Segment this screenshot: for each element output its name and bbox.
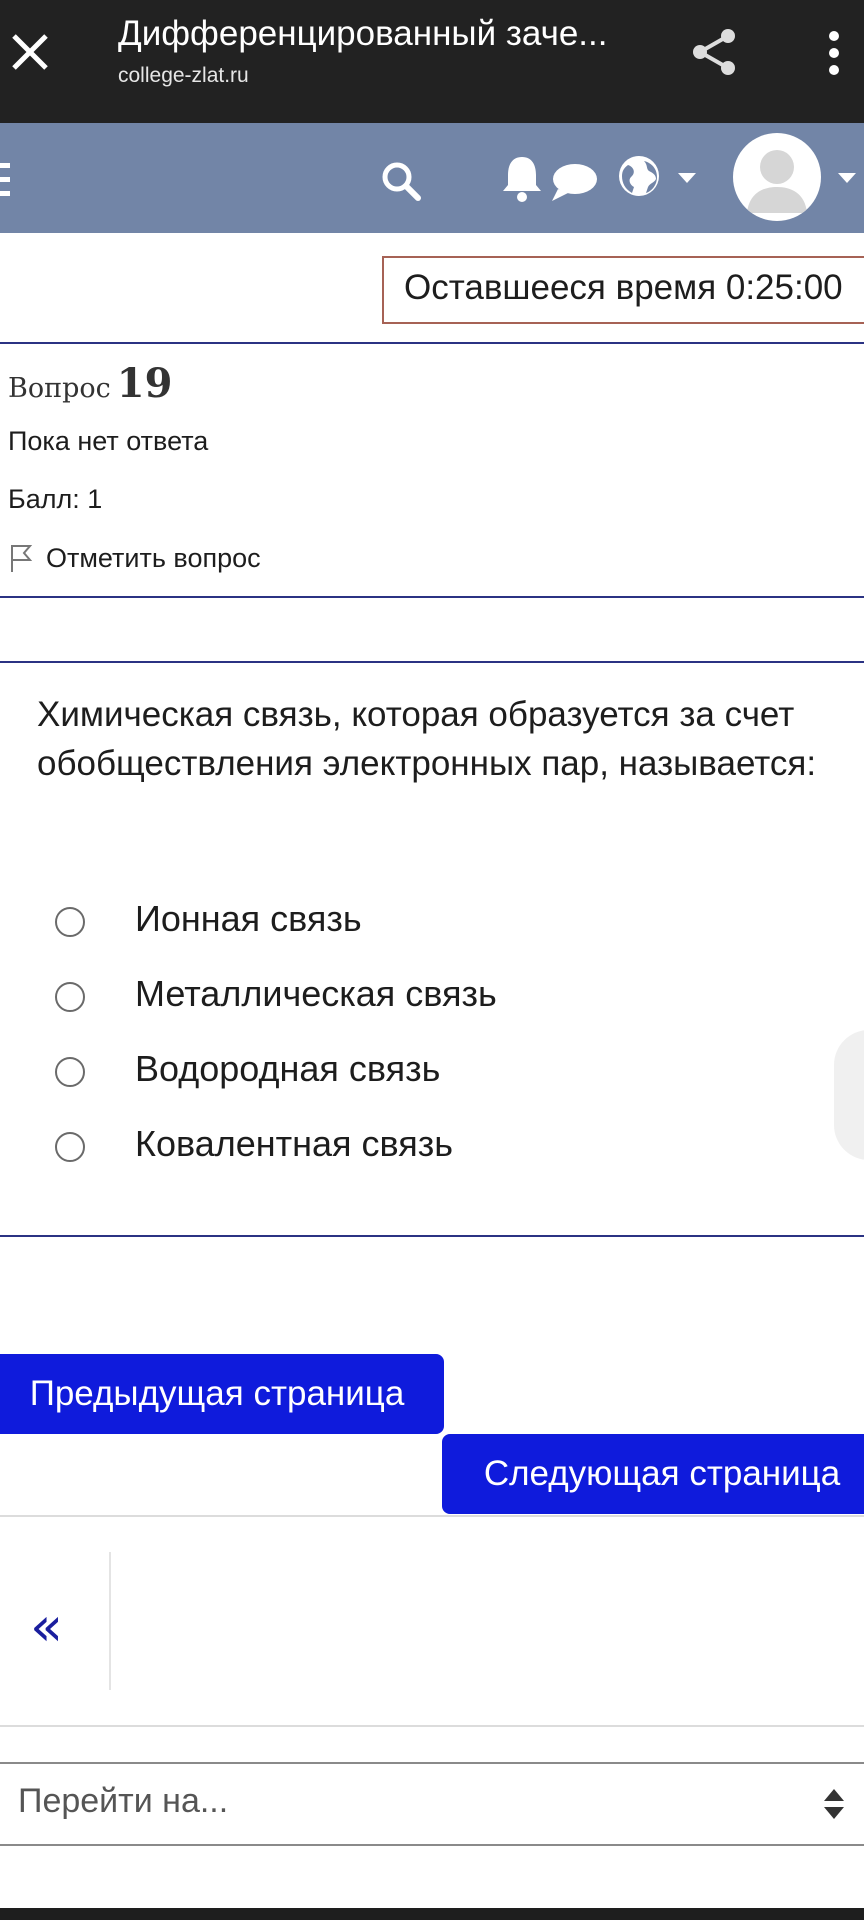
answer-label: Водородная связь xyxy=(135,1048,441,1089)
answer-radio[interactable] xyxy=(55,907,85,937)
chat-icon[interactable] xyxy=(548,161,600,203)
avatar[interactable] xyxy=(733,133,821,221)
answer-label: Ковалентная связь xyxy=(135,1123,454,1164)
answer-option[interactable]: Водородная связь xyxy=(55,1048,440,1090)
next-page-button[interactable]: Следующая страница xyxy=(442,1434,864,1514)
flag-question-link[interactable]: Отметить вопрос xyxy=(8,542,261,574)
divider xyxy=(0,596,864,598)
answer-label: Металлическая связь xyxy=(135,973,497,1014)
question-grade: Балл: 1 xyxy=(8,484,103,514)
globe-icon[interactable] xyxy=(616,153,662,199)
question-state: Пока нет ответа xyxy=(8,426,209,456)
divider xyxy=(0,661,864,663)
select-arrows-icon xyxy=(824,1789,844,1819)
answer-radio[interactable] xyxy=(55,1057,85,1087)
more-options-icon[interactable] xyxy=(822,30,846,76)
share-icon[interactable] xyxy=(688,26,740,78)
answer-radio[interactable] xyxy=(55,1132,85,1162)
site-navbar xyxy=(0,123,864,233)
answer-label: Ионная связь xyxy=(135,898,362,939)
flag-icon xyxy=(11,545,33,572)
question-number: Вопрос 19 xyxy=(8,360,172,407)
divider xyxy=(0,342,864,344)
answer-option[interactable]: Металлическая связь xyxy=(55,973,497,1015)
close-icon[interactable] xyxy=(8,26,52,78)
question-number-value: 19 xyxy=(116,360,173,407)
answer-radio[interactable] xyxy=(55,982,85,1012)
divider xyxy=(0,1235,864,1237)
previous-page-button[interactable]: Предыдущая страница xyxy=(0,1354,444,1434)
time-remaining: Оставшееся время 0:25:00 xyxy=(382,256,864,324)
app-bar: Дифференцированный заче... college-zlat.… xyxy=(0,0,864,123)
user-menu-caret-icon[interactable] xyxy=(836,171,858,185)
page-url: college-zlat.ru xyxy=(118,64,249,87)
system-bottom-bar xyxy=(0,1908,864,1920)
divider xyxy=(0,1515,864,1517)
question-number-label: Вопрос xyxy=(8,373,111,404)
jump-to-placeholder: Перейти на... xyxy=(18,1782,229,1820)
bell-icon[interactable] xyxy=(500,153,544,203)
menu-icon[interactable] xyxy=(0,163,14,197)
search-icon[interactable] xyxy=(378,158,424,204)
side-drawer-handle[interactable] xyxy=(834,1030,864,1160)
user-icon xyxy=(747,150,807,213)
flag-question-label: Отметить вопрос xyxy=(46,542,261,573)
answer-option[interactable]: Ионная связь xyxy=(55,898,362,940)
vertical-divider xyxy=(109,1552,111,1690)
language-caret-icon[interactable] xyxy=(676,171,698,185)
back-to-course-icon[interactable]: « xyxy=(30,1600,63,1654)
question-text: Химическая связь, которая образуется за … xyxy=(37,695,817,783)
page-title: Дифференцированный заче... xyxy=(118,14,608,53)
divider xyxy=(0,1725,864,1727)
answer-option[interactable]: Ковалентная связь xyxy=(55,1123,453,1165)
jump-to-select[interactable]: Перейти на... xyxy=(0,1762,864,1846)
